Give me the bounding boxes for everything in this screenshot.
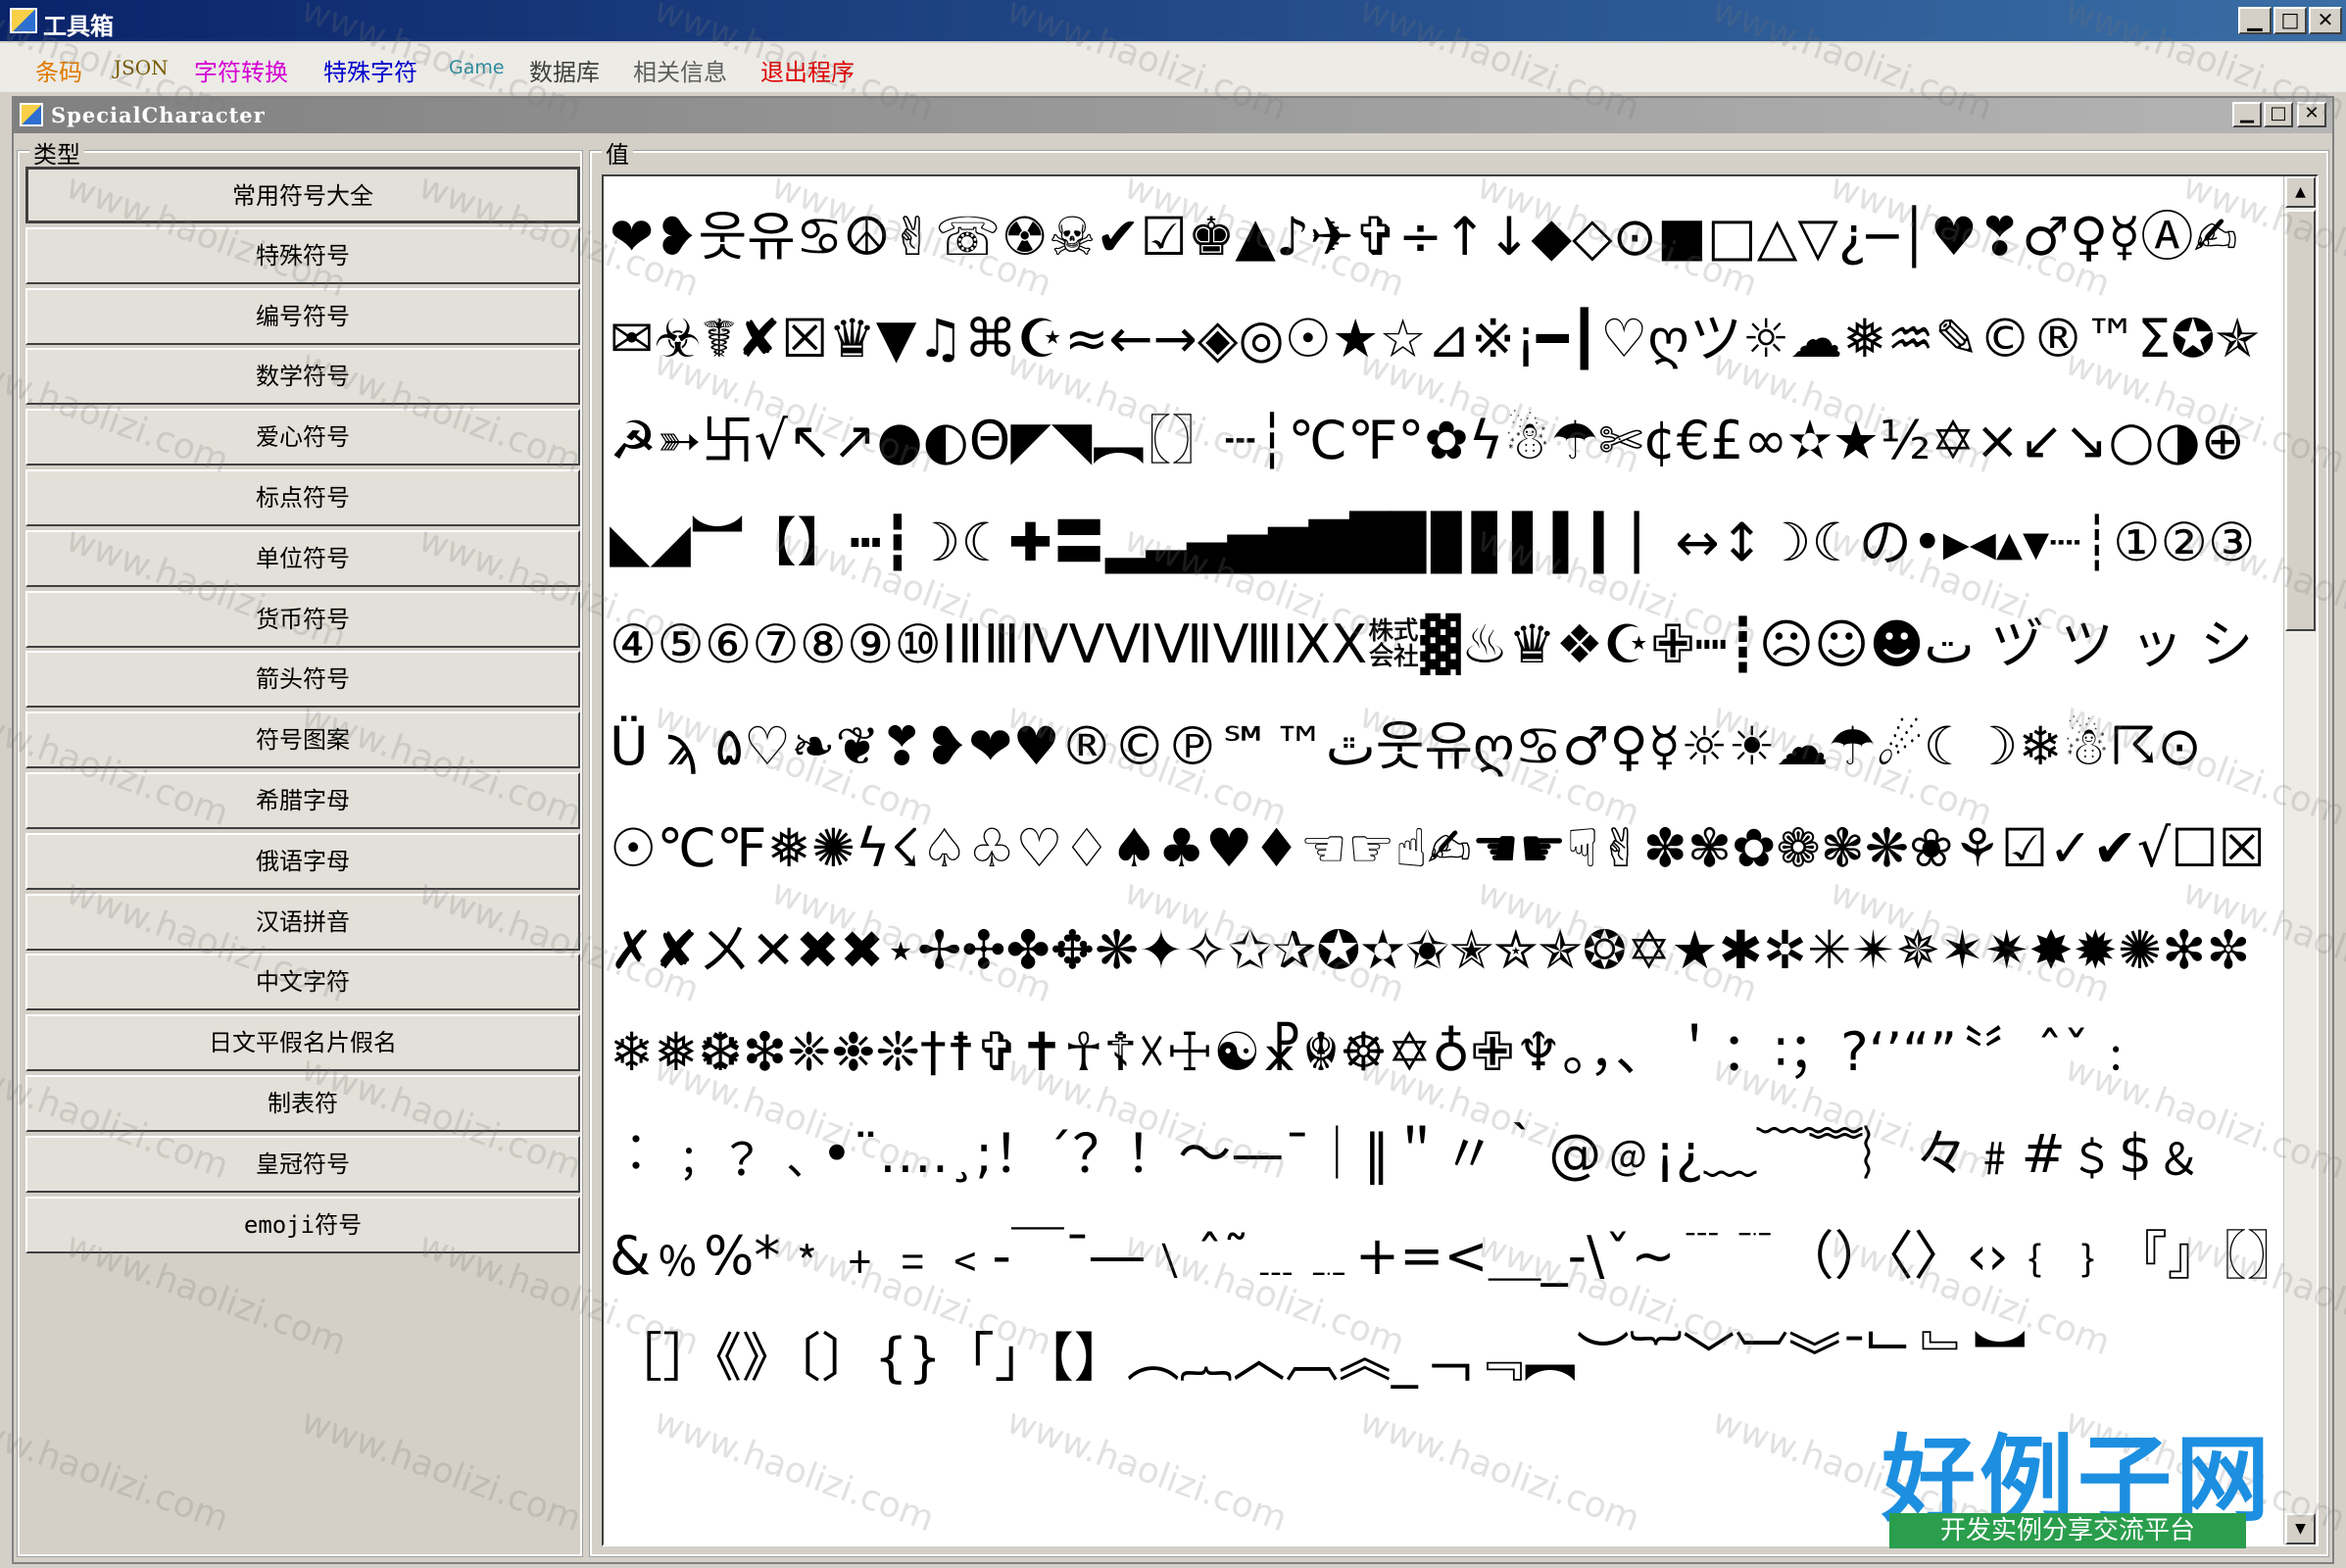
menu-json[interactable]: JSON [114, 56, 169, 79]
menu-special-chars[interactable]: 特殊字符 [323, 53, 417, 87]
menu-barcode[interactable]: 条码 [35, 53, 82, 87]
category-button[interactable]: 中文字符 [25, 954, 580, 1011]
category-button[interactable]: 箭头符号 [25, 651, 580, 709]
scroll-up-button[interactable]: ▲ [2285, 176, 2316, 208]
close-button[interactable]: ✕ [2309, 7, 2342, 34]
category-button[interactable]: 希腊字母 [25, 772, 580, 829]
menu-bar: 条码 JSON 字符转换 特殊字符 Game 数据库 相关信息 退出程序 [0, 43, 2346, 92]
category-button[interactable]: 皇冠符号 [25, 1135, 580, 1193]
category-group-label: 类型 [29, 135, 84, 170]
category-button[interactable]: 单位符号 [25, 529, 580, 587]
category-button[interactable]: 制表符 [25, 1075, 580, 1132]
child-minimize-button[interactable]: ▁ [2232, 102, 2262, 127]
scroll-thumb[interactable] [2285, 210, 2316, 631]
child-app-icon [20, 103, 43, 126]
special-character-window: SpecialCharacter ▁ □ ✕ 类型 常用符号大全 特殊符号 编号符号… [12, 96, 2334, 1564]
menu-game[interactable]: Game [449, 57, 505, 78]
child-window-title: SpecialCharacter [51, 103, 266, 127]
child-close-button[interactable]: ✕ [2297, 102, 2326, 127]
category-button[interactable]: 汉语拼音 [25, 893, 580, 951]
category-group: 类型 常用符号大全 特殊符号 编号符号 数学符号 爱心符号 标点符号 单位符号 货币符号 箭头符… [17, 135, 583, 1557]
value-group-label: 值 [602, 135, 633, 170]
menu-char-convert[interactable]: 字符转换 [194, 53, 288, 87]
app-icon [10, 8, 37, 33]
child-title-bar[interactable]: SpecialCharacter ▁ □ ✕ [14, 98, 2332, 133]
category-button[interactable]: 货币符号 [25, 590, 580, 648]
value-textbox[interactable]: ❤❥웃유♋☮✌☏☢☠✔☑♚▲♪✈✞÷↑↓◆◇⊙■□△▽¿─│♥❣♂♀☿Ⓐ✍✉☣☤… [602, 174, 2319, 1546]
category-button[interactable]: 数学符号 [25, 348, 580, 406]
category-button[interactable]: 俄语字母 [25, 832, 580, 890]
category-button[interactable]: 符号图案 [25, 711, 580, 769]
category-button[interactable]: 爱心符号 [25, 409, 580, 466]
category-button[interactable]: 常用符号大全 [25, 167, 580, 223]
menu-database[interactable]: 数据库 [529, 53, 600, 87]
value-group: 值 ❤❥웃유♋☮✌☏☢☠✔☑♚▲♪✈✞÷↑↓◆◇⊙■□△▽¿─│♥❣♂♀☿Ⓐ✍✉… [589, 135, 2329, 1557]
category-button[interactable]: 特殊符号 [25, 226, 580, 284]
category-button[interactable]: 日文平假名片假名 [25, 1014, 580, 1072]
menu-exit[interactable]: 退出程序 [760, 53, 855, 87]
window-title: 工具箱 [43, 13, 114, 40]
vertical-scrollbar[interactable]: ▲ ▼ [2283, 176, 2317, 1544]
child-maximize-button[interactable]: □ [2264, 102, 2293, 127]
maximize-button[interactable]: □ [2273, 7, 2307, 34]
category-button[interactable]: 编号符号 [25, 287, 580, 345]
window-title-bar[interactable]: 工具箱 ▁ □ ✕ [0, 0, 2346, 41]
minimize-button[interactable]: ▁ [2238, 7, 2272, 34]
menu-about[interactable]: 相关信息 [633, 53, 727, 87]
scroll-down-button[interactable]: ▼ [2285, 1513, 2316, 1544]
category-button[interactable]: emoji符号 [25, 1196, 580, 1253]
special-characters-text[interactable]: ❤❥웃유♋☮✌☏☢☠✔☑♚▲♪✈✞÷↑↓◆◇⊙■□△▽¿─│♥❣♂♀☿Ⓐ✍✉☣☤… [610, 186, 2275, 1409]
category-button[interactable]: 标点符号 [25, 469, 580, 526]
